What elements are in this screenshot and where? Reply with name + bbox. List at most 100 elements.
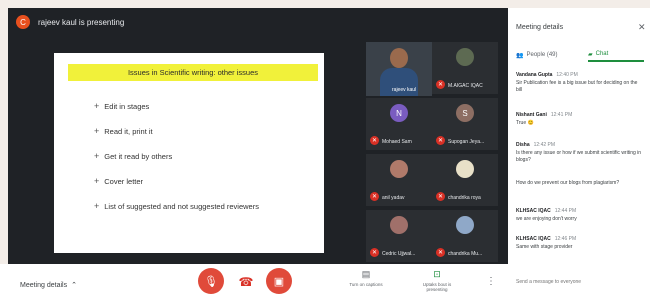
presenter-tile-name: rajeev kaul bbox=[392, 87, 417, 93]
present-label: Uptaks bout is presenting bbox=[422, 282, 452, 292]
bullet-icon: + bbox=[94, 101, 100, 111]
tab-chat-label: Chat bbox=[595, 51, 609, 57]
chat-message: Vandana Gupta 12:40 PM Sir Publication fe… bbox=[516, 72, 644, 94]
participant-name: chandrika roya bbox=[448, 195, 481, 201]
chat-message: KLHSAC IQAC 12:46 PM Same with stage prov… bbox=[516, 236, 644, 251]
participant-avatar: N bbox=[390, 104, 408, 122]
mic-off-icon: ✕ bbox=[436, 80, 445, 89]
message-text: we are enjoying don't worry bbox=[516, 216, 577, 222]
captions-button[interactable]: ▤ Turn on captions bbox=[346, 269, 386, 287]
participant-tile[interactable]: S ✕ Supogan Jeya... bbox=[432, 98, 498, 150]
message-text: Same with stage provider bbox=[516, 244, 573, 250]
presenter-avatar: C bbox=[16, 15, 30, 29]
message-time: 12:40 PM bbox=[556, 72, 578, 78]
message-sender: KLHSAC IQAC bbox=[516, 236, 551, 242]
participant-name: M.AIGAC IQAC bbox=[448, 83, 483, 89]
slide-title: Issues in Scientific writing: other issu… bbox=[68, 64, 318, 81]
panel-title: Meeting details bbox=[516, 24, 564, 31]
captions-label: Turn on captions bbox=[349, 282, 383, 287]
mic-off-icon: ✕ bbox=[370, 192, 379, 201]
tab-people[interactable]: 👥 People (49) bbox=[516, 48, 578, 62]
close-icon[interactable]: ✕ bbox=[638, 22, 646, 33]
slide-bullet: + Cover letter bbox=[94, 176, 143, 186]
present-icon: ⊡ bbox=[433, 269, 441, 279]
slide-bullet: + List of suggested and not suggested rev… bbox=[94, 201, 259, 211]
presenter-face bbox=[390, 48, 408, 68]
message-text: How do we prevent our blogs from plagiar… bbox=[516, 180, 620, 186]
mic-off-icon: ✕ bbox=[370, 248, 379, 257]
message-text: Sir Publication fee is a big issue but f… bbox=[516, 80, 638, 93]
slide-bullet: + Get it read by others bbox=[94, 151, 172, 161]
bullet-text: Cover letter bbox=[104, 176, 144, 186]
tab-people-label: People (49) bbox=[526, 52, 558, 58]
mic-toggle-button[interactable]: 🎙 bbox=[198, 268, 224, 294]
message-time: 12:44 PM bbox=[554, 208, 577, 214]
more-options-icon[interactable]: ⋮ bbox=[486, 276, 496, 287]
chat-message: How do we prevent our blogs from plagiar… bbox=[516, 178, 644, 187]
message-sender: Nishant Gani bbox=[516, 112, 547, 118]
chevron-up-icon: ⌃ bbox=[71, 282, 77, 289]
bullet-text: List of suggested and not suggested revi… bbox=[104, 201, 259, 211]
captions-icon: ▤ bbox=[361, 269, 371, 279]
chat-message: Disha 12:42 PM Is there any issue or how … bbox=[516, 142, 644, 164]
mic-off-icon: ✕ bbox=[436, 248, 445, 257]
chat-message-input[interactable] bbox=[516, 276, 638, 288]
participant-avatar: S bbox=[456, 104, 474, 122]
people-icon: 👥 bbox=[516, 52, 524, 59]
slide-bullet: + Edit in stages bbox=[94, 101, 149, 111]
bullet-icon: + bbox=[94, 151, 100, 161]
participant-name: anil yadav bbox=[382, 195, 405, 201]
message-sender: KLHSAC IQAC bbox=[516, 208, 551, 214]
participant-tile[interactable]: N ✕ Mohaed Sam bbox=[366, 98, 432, 150]
participant-name: Mohaed Sam bbox=[382, 139, 412, 145]
mic-off-icon: ✕ bbox=[436, 136, 445, 145]
shared-slide: Issues in Scientific writing: other issu… bbox=[54, 53, 324, 253]
message-text: Is there any issue or how if we submit s… bbox=[516, 150, 642, 163]
tab-chat[interactable]: ▰ Chat bbox=[588, 48, 644, 62]
presenter-bar: C rajeev kaul is presenting bbox=[8, 8, 508, 36]
chat-message: Nishant Gani 12:41 PM True 😊 bbox=[516, 112, 644, 127]
participant-tile[interactable]: ✕ chandrika Mu... bbox=[432, 210, 498, 262]
call-toolbar: Meeting details ⌃ 🎙 ☎ ▣ ▤ Turn on captio… bbox=[0, 264, 650, 299]
phone-icon: ☎ bbox=[238, 275, 254, 289]
presenter-status-text: rajeev kaul is presenting bbox=[38, 17, 125, 27]
bullet-icon: + bbox=[94, 176, 100, 186]
message-sender: Vandana Gupta bbox=[516, 72, 553, 78]
bullet-icon: + bbox=[94, 126, 100, 136]
slide-bullet: + Read it, print it bbox=[94, 126, 153, 136]
participant-avatar bbox=[390, 216, 408, 234]
bullet-icon: + bbox=[94, 201, 100, 211]
meeting-details-panel: Meeting details ✕ 👥 People (49) ▰ Chat V… bbox=[508, 8, 650, 264]
message-text: True 😊 bbox=[516, 120, 534, 126]
camera-off-icon: ▣ bbox=[273, 275, 285, 288]
participant-tile[interactable]: ✕ M.AIGAC IQAC bbox=[432, 42, 498, 94]
participant-tile[interactable]: ✕ Cedric Ujjwal... bbox=[366, 210, 432, 262]
chat-message: KLHSAC IQAC 12:44 PM we are enjoying don'… bbox=[516, 208, 644, 223]
message-sender: Disha bbox=[516, 142, 530, 148]
present-button[interactable]: ⊡ Uptaks bout is presenting bbox=[412, 269, 462, 292]
mic-off-icon: 🎙 bbox=[204, 275, 218, 288]
message-time: 12:41 PM bbox=[550, 112, 573, 118]
camera-toggle-button[interactable]: ▣ bbox=[266, 268, 292, 294]
message-time: 12:46 PM bbox=[554, 236, 577, 242]
meeting-details-label: Meeting details bbox=[20, 281, 68, 289]
participant-avatar bbox=[456, 216, 474, 234]
meeting-details-button[interactable]: Meeting details ⌃ bbox=[20, 281, 77, 290]
chat-icon: ▰ bbox=[588, 51, 593, 58]
participant-name: Cedric Ujjwal... bbox=[382, 251, 416, 257]
participant-avatar bbox=[456, 160, 474, 178]
bullet-text: Read it, print it bbox=[104, 126, 153, 136]
participant-tile[interactable]: ✕ anil yadav bbox=[366, 154, 432, 206]
participant-name: Supogan Jeya... bbox=[448, 139, 485, 145]
participant-tile[interactable]: ✕ chandrika roya bbox=[432, 154, 498, 206]
mic-off-icon: ✕ bbox=[436, 192, 445, 201]
participant-name: chandrika Mu... bbox=[448, 251, 483, 257]
bullet-text: Edit in stages bbox=[104, 101, 150, 111]
presenter-video-tile[interactable]: rajeev kaul bbox=[366, 42, 432, 96]
bullet-text: Get it read by others bbox=[104, 151, 173, 161]
message-time: 12:42 PM bbox=[533, 142, 556, 148]
participant-avatar bbox=[456, 48, 474, 66]
participant-avatar bbox=[390, 160, 408, 178]
mic-off-icon: ✕ bbox=[370, 136, 379, 145]
hang-up-button[interactable]: ☎ bbox=[234, 270, 258, 294]
